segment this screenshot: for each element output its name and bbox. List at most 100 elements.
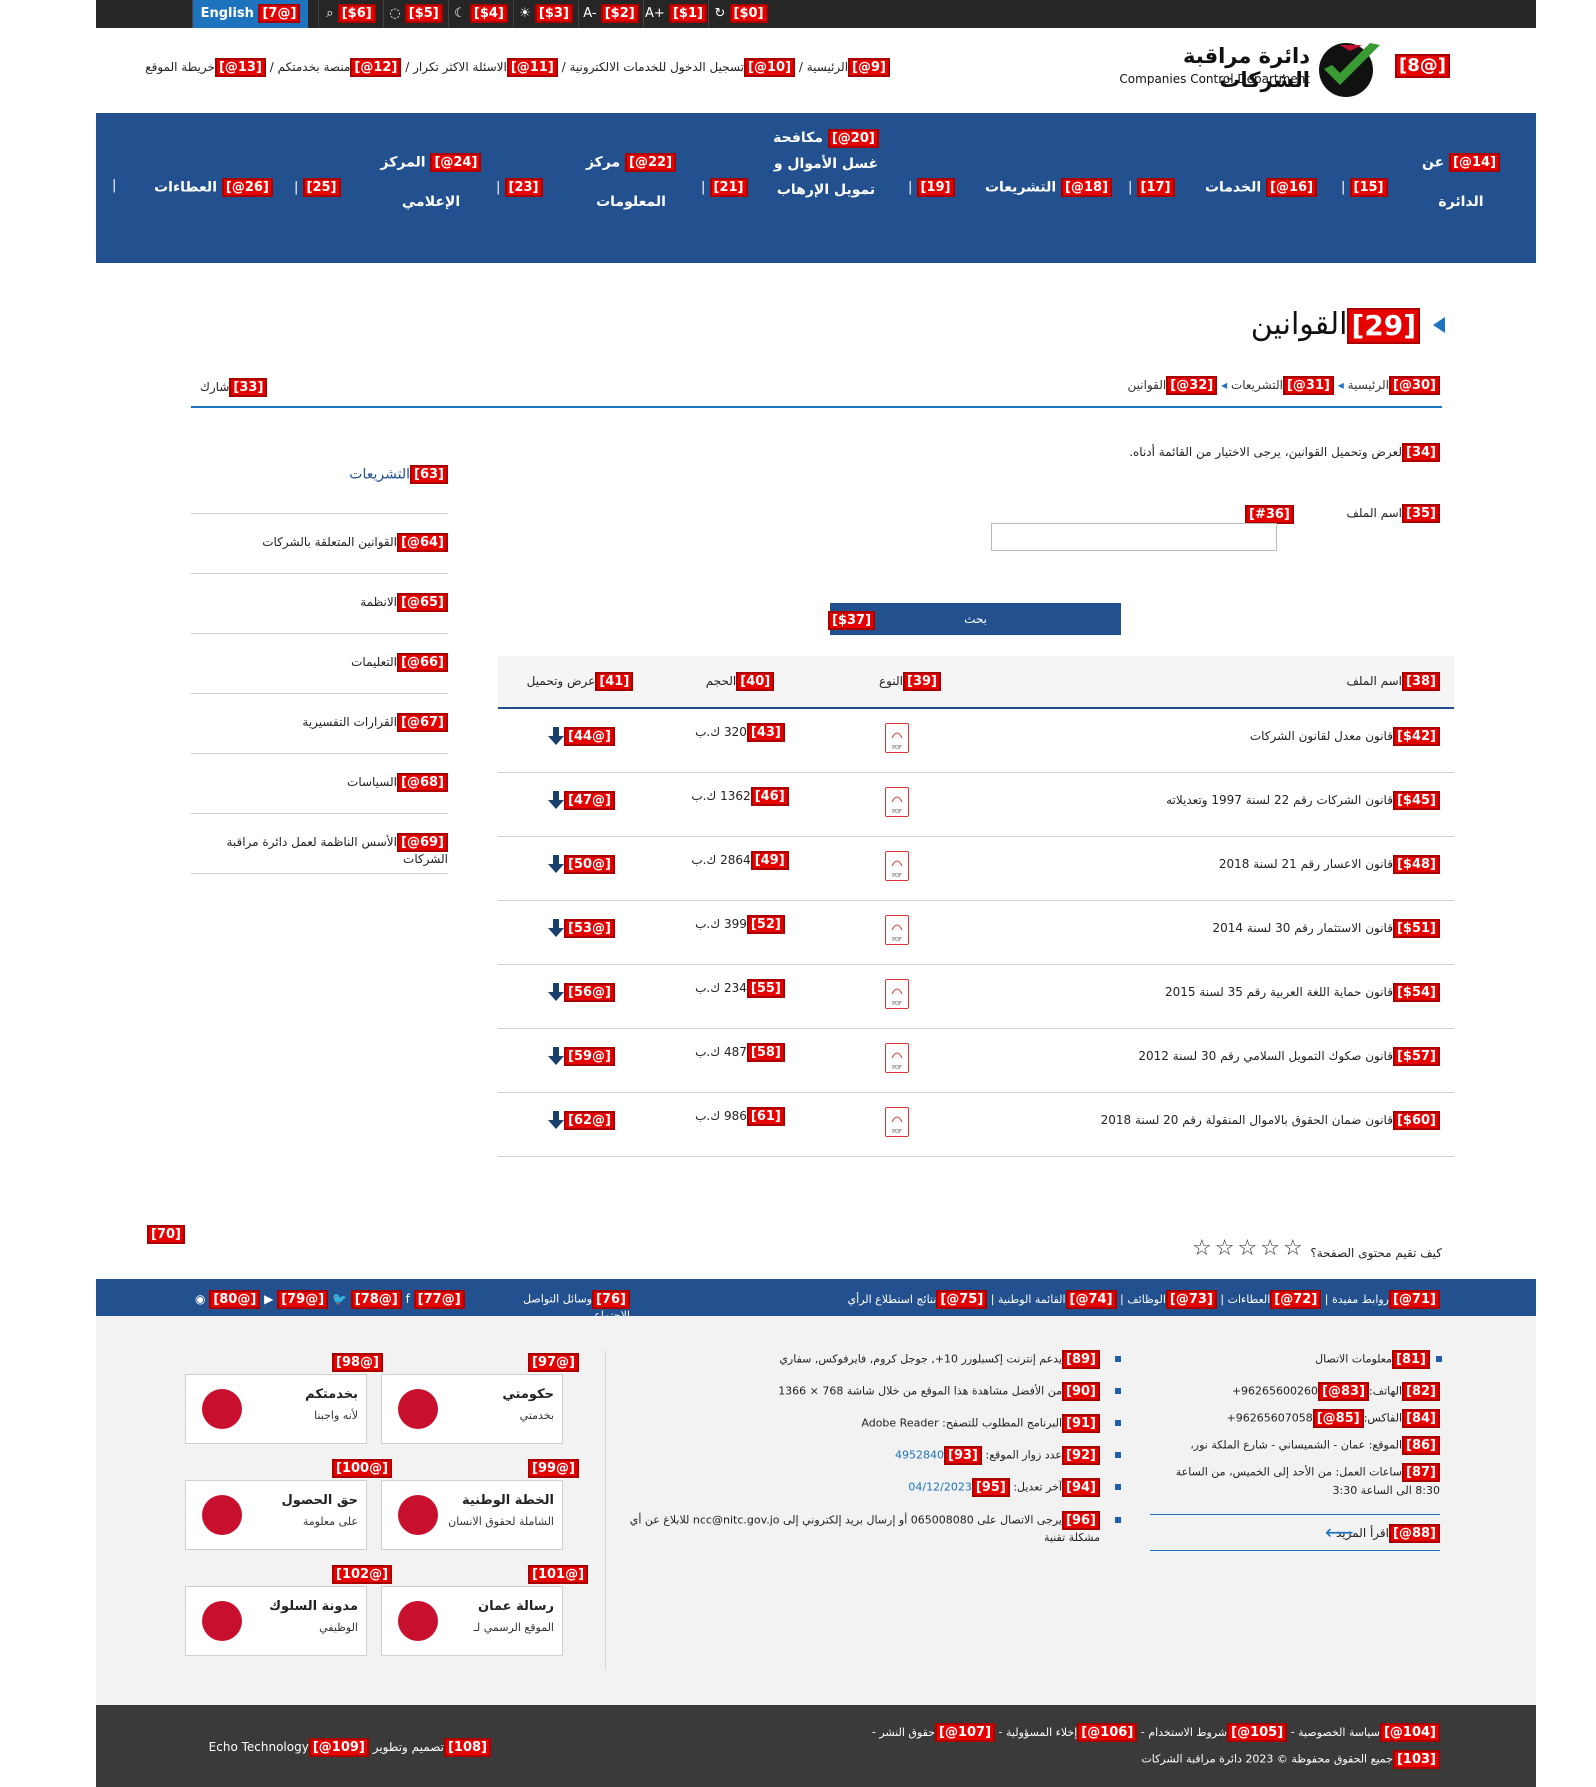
- read-more-link[interactable]: [88@]اقرأ المزيد: [1150, 1524, 1440, 1543]
- bottom-link-tag: [104@]: [1379, 1723, 1440, 1742]
- nav-services[interactable]: [16@] الخدمات: [1196, 178, 1326, 197]
- star-icon[interactable]: ☆: [1215, 1236, 1238, 1261]
- footer-link-poll-results[interactable]: [75@]نتائج استطلاع الرأي: [848, 1290, 988, 1309]
- sitemap-link[interactable]: [13@]خريطة الموقع: [145, 58, 266, 77]
- filename-search-input[interactable]: [991, 523, 1277, 551]
- copyright-link[interactable]: [107@]حقوق النشر: [879, 1723, 996, 1742]
- file-name-cell[interactable]: [$57]قانون صكوك التمويل السلامي رقم 30 ل…: [1000, 1047, 1440, 1066]
- phone-link[interactable]: +96265600260: [1232, 1385, 1318, 1398]
- column-header-type: [39]النوع: [860, 672, 960, 691]
- star-icon[interactable]: ☆: [1283, 1236, 1306, 1261]
- download-button[interactable]: [44@]: [548, 723, 615, 746]
- site-info-text: [94]آخر تعديل: [95]04/12/2023: [620, 1478, 1100, 1497]
- column-header-label: الحجم: [705, 674, 737, 688]
- file-name-cell[interactable]: [$51]قانون الاستثمار رقم 30 لسنة 2014: [1000, 919, 1440, 938]
- reset-button[interactable]: ↻ [$0]: [708, 0, 773, 28]
- share-button[interactable]: [33]شارك: [200, 378, 268, 397]
- nav-about[interactable]: [14@] عن الدائرة: [1396, 153, 1526, 210]
- faq-label: الاسئلة الاكثر تكرار: [413, 60, 507, 74]
- sidebar-item-company-laws[interactable]: [64@]القوانين المتعلقة بالشركات: [191, 533, 448, 552]
- nav-info-center[interactable]: [22@] مركز المعلومات: [566, 153, 696, 210]
- download-button[interactable]: [53@]: [548, 915, 615, 938]
- site-info-link[interactable]: 04/12/2023: [908, 1481, 971, 1494]
- sidebar-item-governing-principles[interactable]: [69@]الأسس الناظمة لعمل دائرة مراقبة الش…: [191, 833, 448, 866]
- social-icons: ◉ [80@] ▶ [79@] 🐦 [78@] f [77@]: [195, 1290, 465, 1309]
- copyright-tag: [103]: [1392, 1750, 1440, 1769]
- pdf-label: PDF: [892, 809, 902, 815]
- partner-emblem-icon: [398, 1389, 438, 1429]
- font-increase-button[interactable]: A+ [$1]: [643, 0, 708, 28]
- bikhedmetkom-link[interactable]: [12@]منصة بخدمتكم: [278, 58, 402, 77]
- download-button[interactable]: [50@]: [548, 851, 615, 874]
- rss-icon[interactable]: ◉: [195, 1292, 205, 1306]
- search-toggle-button[interactable]: ⌕ [$6]: [318, 0, 383, 28]
- faq-link[interactable]: [11@]الاسئلة الاكثر تكرار: [413, 58, 558, 77]
- file-name-cell[interactable]: [$45]قانون الشركات رقم 22 لسنة 1997 وتعد…: [1000, 791, 1440, 810]
- star-icon[interactable]: ☆: [1192, 1236, 1215, 1261]
- read-more-line-bottom: [1150, 1550, 1440, 1551]
- sidebar-item-regulations[interactable]: [65@]الانظمة: [191, 593, 448, 612]
- partner-tag-wrap: [99@]: [528, 1458, 579, 1478]
- partner-line2: على معلومة: [302, 1515, 358, 1528]
- developer-link[interactable]: Echo Technology: [209, 1740, 309, 1754]
- star-icon[interactable]: ☆: [1260, 1236, 1283, 1261]
- light-mode-button[interactable]: ☀ [$3]: [513, 0, 578, 28]
- privacy-policy-link[interactable]: [104@]سياسة الخصوصية: [1298, 1723, 1440, 1742]
- fax-link[interactable]: +96265607058: [1227, 1412, 1313, 1425]
- download-button[interactable]: [56@]: [548, 979, 615, 1002]
- copyright-text: [103]جميع الحقوق محفوظة © 2023 دائرة مرا…: [1000, 1750, 1440, 1769]
- english-label: English: [200, 6, 254, 21]
- file-size-cell: [49]2864 ك.ب: [690, 851, 790, 870]
- amman-message-logo[interactable]: رسالة عمان الموقع الرسمي لـ: [381, 1586, 563, 1656]
- footer-link-national-list[interactable]: [74@]القائمة الوطنية: [998, 1290, 1117, 1309]
- rating-stars[interactable]: ☆☆☆☆☆: [1192, 1236, 1306, 1261]
- download-button[interactable]: [47@]: [548, 787, 615, 810]
- human-rights-logo[interactable]: الخطة الوطنية الشاملة لحقوق الانسان: [381, 1480, 563, 1550]
- breadcrumb-legislation[interactable]: [31@]التشريعات: [1231, 376, 1334, 395]
- site-info-link[interactable]: 4952840: [895, 1449, 944, 1462]
- nav-aml[interactable]: [20@] مكافحة غسل الأموال و تمويل الإرهاب: [756, 125, 896, 203]
- download-tag: [56@]: [564, 983, 615, 1002]
- dark-mode-button[interactable]: ☾ [$4]: [448, 0, 513, 28]
- hide-images-button[interactable]: ◌ [$5]: [383, 0, 448, 28]
- sidebar-item-tag: [66@]: [397, 653, 448, 672]
- footer-link-jobs[interactable]: [73@]الوظائف: [1127, 1290, 1217, 1309]
- facebook-icon[interactable]: f: [406, 1292, 410, 1306]
- file-name-cell[interactable]: [$42]قانون معدل لقانون الشركات: [1000, 727, 1440, 746]
- breadcrumb-home[interactable]: [30@]الرئيسية: [1348, 376, 1440, 395]
- sidebar-item-interpretive-decisions[interactable]: [67@]القرارات التفسيرية: [191, 713, 448, 732]
- file-name-cell[interactable]: [$54]قانون حماية اللغة العربية رقم 35 لس…: [1000, 983, 1440, 1002]
- nav-tenders[interactable]: [26@] العطاءات: [146, 178, 281, 197]
- download-button[interactable]: [62@]: [548, 1107, 615, 1130]
- download-button[interactable]: [59@]: [548, 1043, 615, 1066]
- file-name-cell[interactable]: [$60]قانون ضمان الحقوق بالاموال المنقولة…: [1000, 1111, 1440, 1130]
- pdf-label: PDF: [892, 1001, 902, 1007]
- info-access-logo[interactable]: حق الحصول على معلومة: [185, 1480, 367, 1550]
- bikhedmetkom-logo[interactable]: بخدمتكم لأنه واجبنا: [185, 1374, 367, 1444]
- logo-tag-wrap: [8@]: [1395, 54, 1450, 78]
- sidebar-item-instructions[interactable]: [66@]التعليمات: [191, 653, 448, 672]
- sidebar-item-policies[interactable]: [68@]السياسات: [191, 773, 448, 792]
- nav-media-center[interactable]: [24@] المركز الإعلامي: [366, 153, 496, 210]
- code-of-conduct-logo[interactable]: مدونة السلوك الوظيفي: [185, 1586, 367, 1656]
- sun-icon: ☀: [519, 6, 531, 21]
- nav-legislation[interactable]: [18@] التشريعات: [981, 178, 1116, 197]
- hukumati-logo[interactable]: حكومتي بخدمتي: [381, 1374, 563, 1444]
- home-link[interactable]: [9@]الرئيسية: [807, 58, 890, 77]
- download-tag: [59@]: [564, 1047, 615, 1066]
- youtube-icon[interactable]: ▶: [264, 1292, 273, 1306]
- bottom-link-label: شروط الاستخدام: [1148, 1725, 1228, 1739]
- twitter-icon[interactable]: 🐦: [332, 1292, 347, 1306]
- file-name-tag: [$48]: [1392, 855, 1440, 874]
- file-name-cell[interactable]: [$48]قانون الاعسار رقم 21 لسنة 2018: [1000, 855, 1440, 874]
- footer-link-tenders[interactable]: [72@]العطاءات: [1228, 1290, 1322, 1309]
- footer-link-useful[interactable]: [71@]روابط مفيدة: [1332, 1290, 1440, 1309]
- english-language-link[interactable]: English [7@]: [192, 0, 308, 28]
- font-decrease-button[interactable]: A- [$2]: [578, 0, 643, 28]
- star-icon[interactable]: ☆: [1237, 1236, 1260, 1261]
- disclaimer-link[interactable]: [106@]إخلاء المسؤولية: [1006, 1723, 1138, 1742]
- terms-of-use-link[interactable]: [105@]شروط الاستخدام: [1148, 1723, 1288, 1742]
- jordan-emblem-logo[interactable]: [1310, 37, 1394, 99]
- eservices-login-link[interactable]: [10@]تسجيل الدخول للخدمات الالكترونية: [570, 58, 796, 77]
- row-divider: [498, 836, 1454, 837]
